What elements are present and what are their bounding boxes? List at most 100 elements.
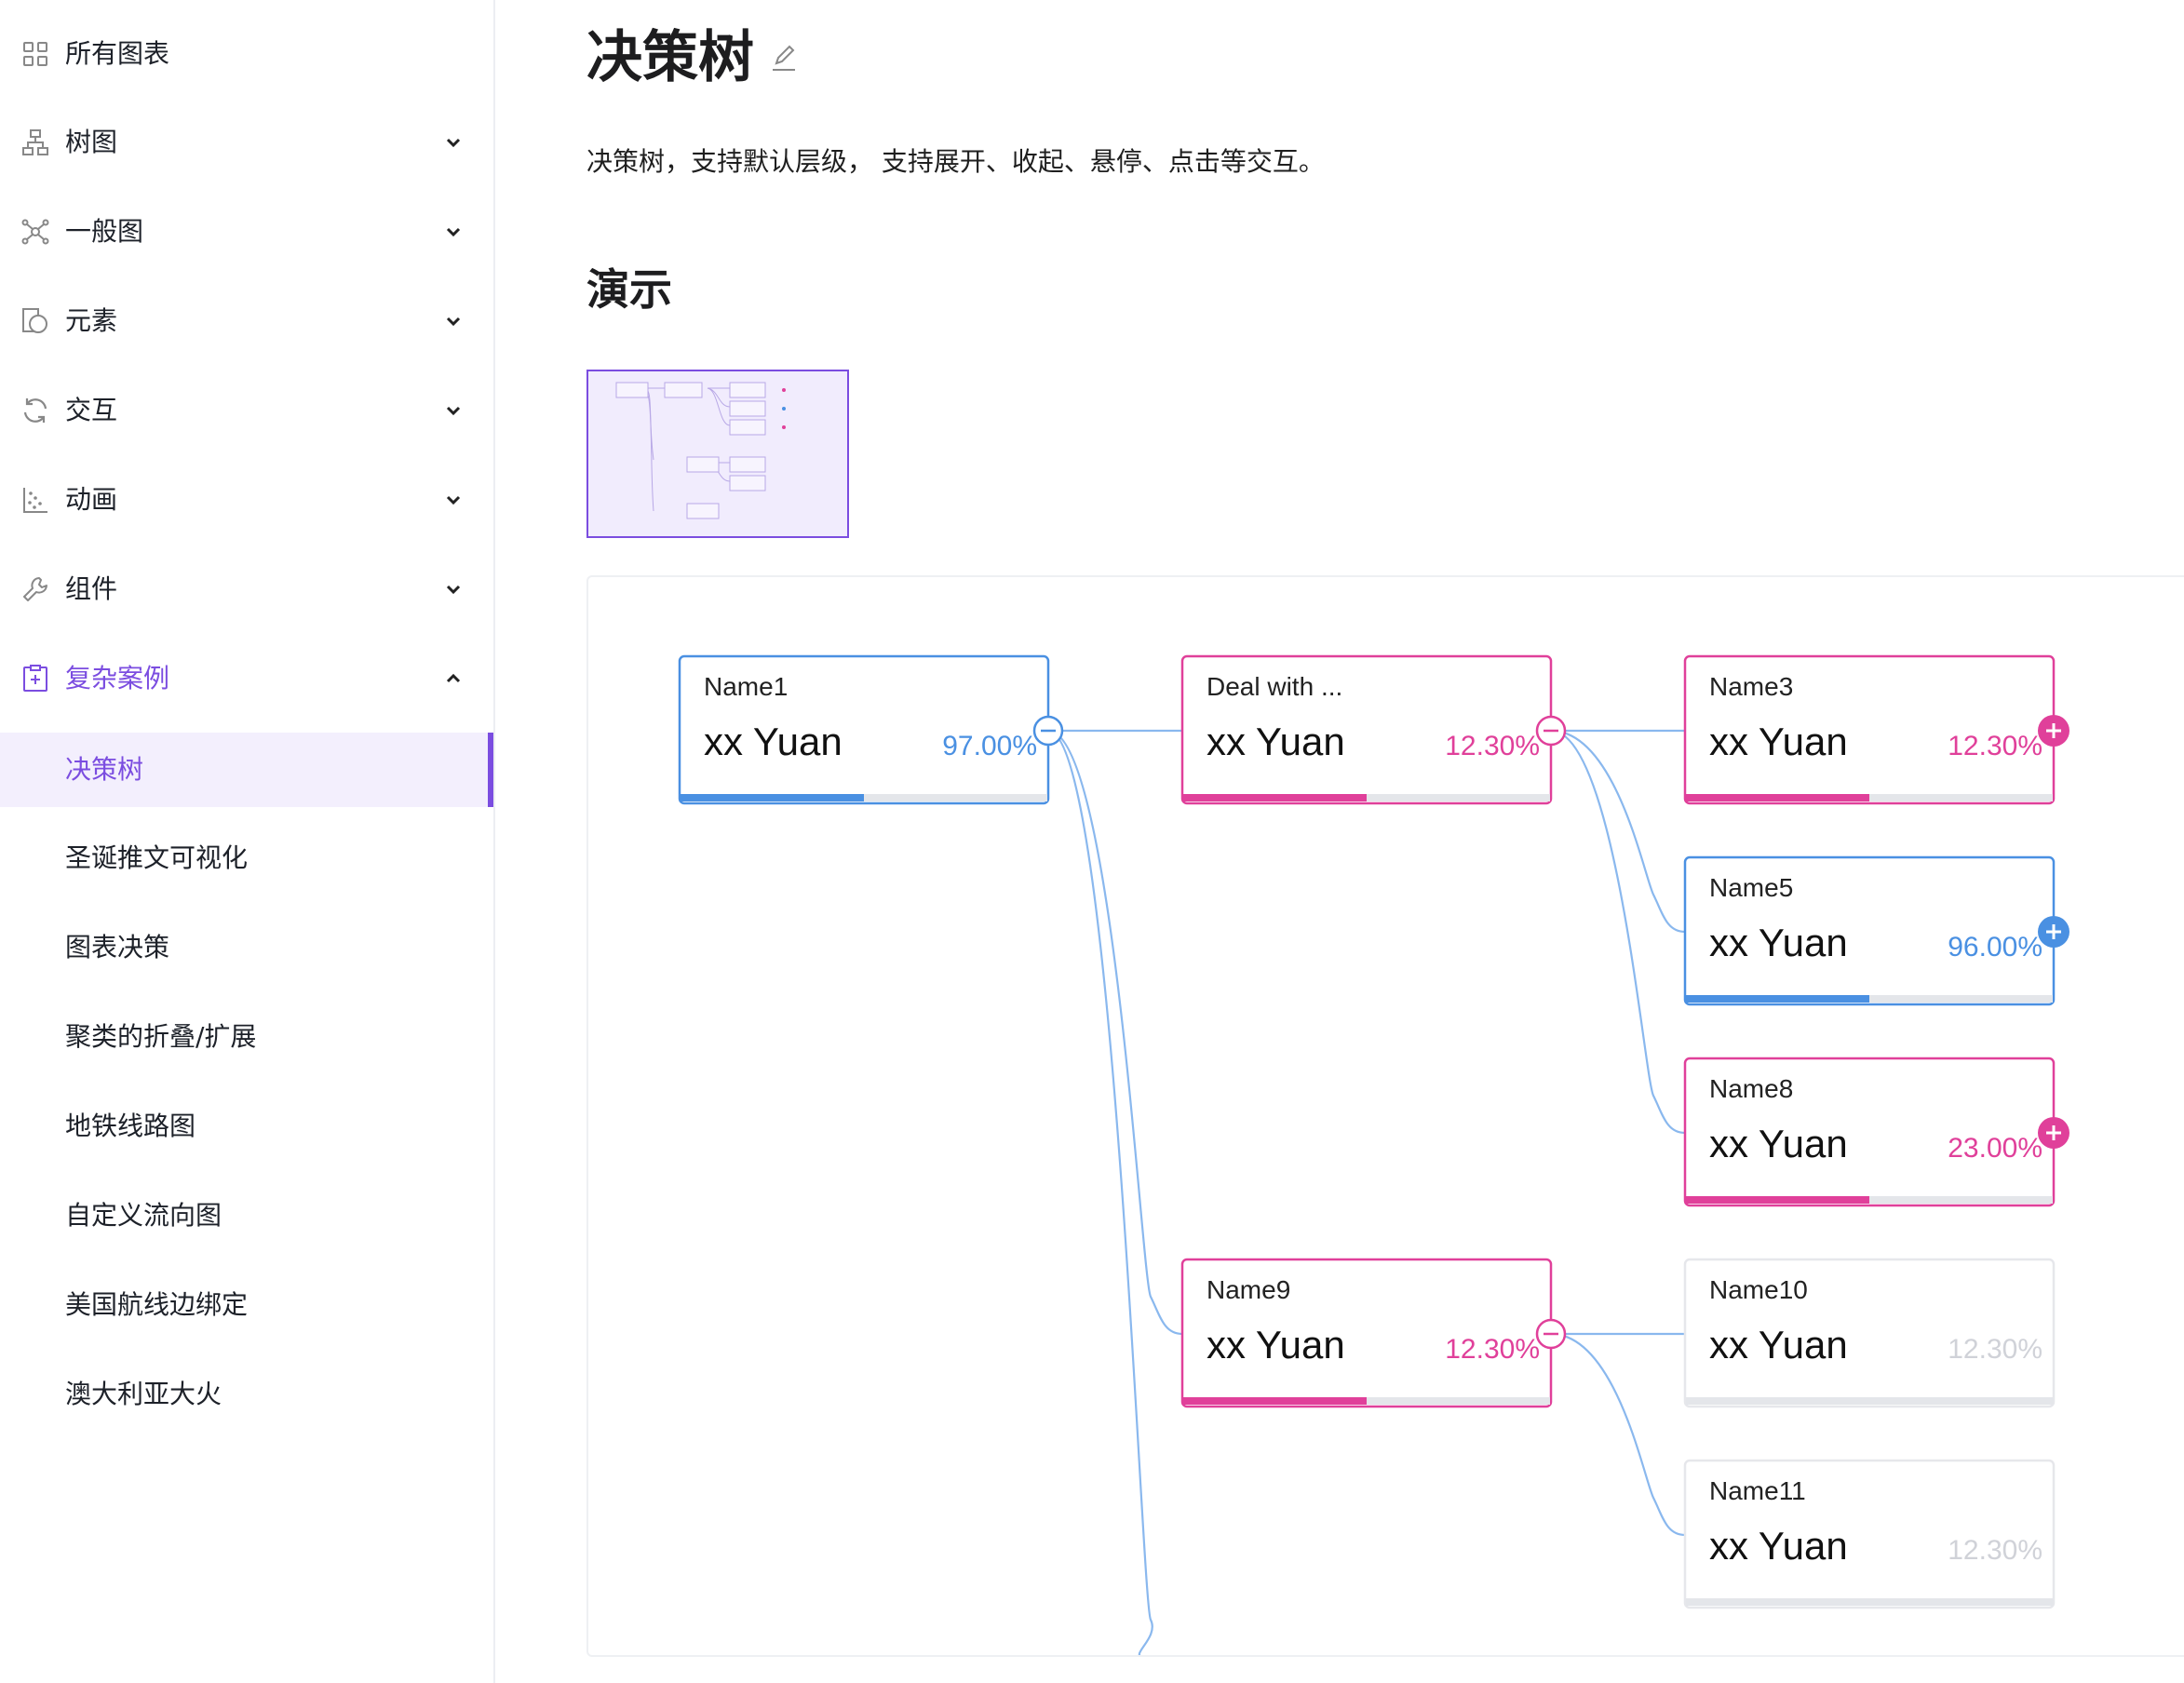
node-progress-fill (1183, 794, 1367, 801)
wrench-icon (23, 577, 47, 601)
edit-icon[interactable] (769, 43, 799, 73)
node-rate: 97.00% (942, 731, 1037, 761)
tree-edges (1047, 729, 1686, 1655)
case-icon (23, 665, 47, 692)
tree-node-n11[interactable]: Name11 xx Yuan 12.30% (1683, 1459, 2056, 1609)
page-title: 决策树 (586, 25, 754, 90)
sidebar-subitem-label: 圣诞推文可视化 (65, 842, 249, 873)
node-name: Name3 (1709, 672, 1793, 701)
chevron-down-icon[interactable] (440, 308, 466, 334)
node-progress-fill (1183, 1397, 1367, 1405)
collapse-icon[interactable] (1032, 715, 1064, 747)
sidebar-item-label: 复杂案例 (65, 663, 170, 693)
sidebar-subitem-label: 地铁线路图 (65, 1111, 196, 1141)
node-progress-fill (1686, 1196, 1869, 1204)
node-progress-fill (1686, 995, 1869, 1003)
tree-edge (1047, 729, 1183, 1336)
demo-canvas[interactable]: Name1 xx Yuan 97.00% Deal with ... xx Yuan 12… (586, 575, 2184, 1657)
tree-node-n9[interactable]: Name9 xx Yuan 12.30% (1180, 1258, 1567, 1408)
sidebar-item-label: 组件 (65, 573, 118, 604)
node-name: Name1 (704, 672, 788, 701)
page-description: 决策树，支持默认层级， 支持展开、收起、悬停、点击等交互。 (586, 146, 1325, 177)
sidebar-subitem-cluster-collapse[interactable]: 聚类的折叠/扩展 (0, 1000, 493, 1074)
node-name: Deal with ... (1207, 672, 1342, 701)
node-rate: 96.00% (1948, 932, 2042, 963)
chevron-down-icon[interactable] (440, 576, 466, 602)
sidebar-subitem-label: 聚类的折叠/扩展 (65, 1021, 257, 1052)
node-value: xx Yuan (1709, 1122, 1848, 1165)
node-progress-track (1686, 1397, 2053, 1405)
node-value: xx Yuan (1709, 921, 1848, 964)
sidebar-item-components[interactable]: 组件 (0, 552, 493, 626)
node-name: Name8 (1709, 1074, 1793, 1103)
sidebar: 所有图表 树图 一般图 元素 交互 动画 组件 复杂案例 决策树 圣诞推文可视化… (0, 0, 495, 1683)
decision-tree[interactable]: Name1 xx Yuan 97.00% Deal with ... xx Yuan 12… (588, 577, 2184, 1655)
sidebar-subitem-christmas-tweets[interactable]: 圣诞推文可视化 (0, 821, 493, 895)
sidebar-item-all-charts[interactable]: 所有图表 (0, 17, 493, 91)
chevron-down-icon[interactable] (440, 129, 466, 155)
sidebar-subitem-custom-flow[interactable]: 自定义流向图 (0, 1178, 493, 1253)
chevron-up-icon[interactable] (440, 666, 466, 692)
node-value: xx Yuan (1207, 720, 1345, 763)
node-value: xx Yuan (1207, 1323, 1345, 1367)
tree-node-n10[interactable]: Name10 xx Yuan 12.30% (1683, 1258, 2056, 1408)
tree-node-n3[interactable]: Name3 xx Yuan 12.30% (1683, 654, 2069, 805)
sidebar-subitem-chart-decision[interactable]: 图表决策 (0, 910, 493, 985)
sidebar-item-interaction[interactable]: 交互 (0, 373, 493, 448)
node-progress-track (1686, 1598, 2053, 1606)
expand-icon[interactable] (2038, 715, 2069, 747)
sidebar-subitem-label: 自定义流向图 (65, 1200, 222, 1231)
node-rate: 12.30% (1948, 1334, 2042, 1365)
sidebar-subitem-label: 图表决策 (65, 932, 170, 963)
node-value: xx Yuan (1709, 1524, 1848, 1568)
chevron-down-icon[interactable] (440, 219, 466, 245)
sidebar-subitem-metro-map[interactable]: 地铁线路图 (0, 1089, 493, 1164)
sidebar-item-label: 动画 (65, 484, 118, 515)
chevron-down-icon[interactable] (440, 487, 466, 513)
tree-node-n8[interactable]: Name8 xx Yuan 23.00% (1683, 1057, 2069, 1207)
chevron-down-icon[interactable] (440, 397, 466, 424)
tree-edge (1550, 729, 1686, 1135)
sidebar-subitem-label: 美国航线边绑定 (65, 1289, 249, 1320)
tree-node-n2[interactable]: Deal with ... xx Yuan 12.30% (1180, 654, 1567, 805)
tree-edge (1550, 1332, 1686, 1537)
expand-icon[interactable] (2038, 1117, 2069, 1149)
tree-edge (1550, 729, 1686, 934)
sidebar-item-complex-cases[interactable]: 复杂案例 (0, 641, 493, 716)
node-name: Name10 (1709, 1275, 1808, 1304)
tree-node-n5[interactable]: Name5 xx Yuan 96.00% (1683, 855, 2069, 1006)
expand-icon[interactable] (2038, 916, 2069, 948)
sidebar-subitem-decision-tree[interactable]: 决策树 (0, 733, 493, 807)
sidebar-item-label: 交互 (65, 395, 118, 425)
sidebar-item-label: 元素 (65, 305, 118, 336)
collapse-icon[interactable] (1535, 1318, 1567, 1350)
demo-heading: 演示 (586, 264, 672, 315)
node-name: Name9 (1207, 1275, 1290, 1304)
thumbnail-preview (615, 382, 786, 519)
node-name: Name5 (1709, 873, 1793, 902)
sidebar-item-label: 树图 (65, 127, 118, 157)
node-rate: 12.30% (1948, 731, 2042, 761)
sidebar-item-label: 所有图表 (65, 38, 170, 69)
collapse-icon[interactable] (1535, 715, 1567, 747)
node-progress-fill (1686, 794, 1869, 801)
node-rate: 12.30% (1445, 1334, 1540, 1365)
sidebar-subitem-label: 决策树 (65, 754, 144, 785)
scatter-icon (23, 488, 47, 513)
sidebar-item-tree[interactable]: 树图 (0, 105, 493, 180)
sidebar-subitem-australia-fire[interactable]: 澳大利亚大火 (0, 1357, 493, 1432)
graph-icon (21, 219, 49, 245)
sidebar-item-label: 一般图 (65, 216, 144, 247)
sidebar-item-elements[interactable]: 元素 (0, 284, 493, 358)
demo-thumbnail[interactable] (586, 370, 849, 538)
grid-icon (23, 42, 47, 66)
shapes-icon (22, 308, 47, 333)
tree-icon (22, 129, 48, 155)
sidebar-item-general-graph[interactable]: 一般图 (0, 195, 493, 269)
tree-node-n1[interactable]: Name1 xx Yuan 97.00% (678, 654, 1064, 805)
sidebar-item-animation[interactable]: 动画 (0, 463, 493, 537)
node-value: xx Yuan (704, 720, 843, 763)
node-progress-fill (681, 794, 864, 801)
sidebar-subitem-us-airlines[interactable]: 美国航线边绑定 (0, 1268, 493, 1342)
node-rate: 12.30% (1948, 1535, 2042, 1566)
